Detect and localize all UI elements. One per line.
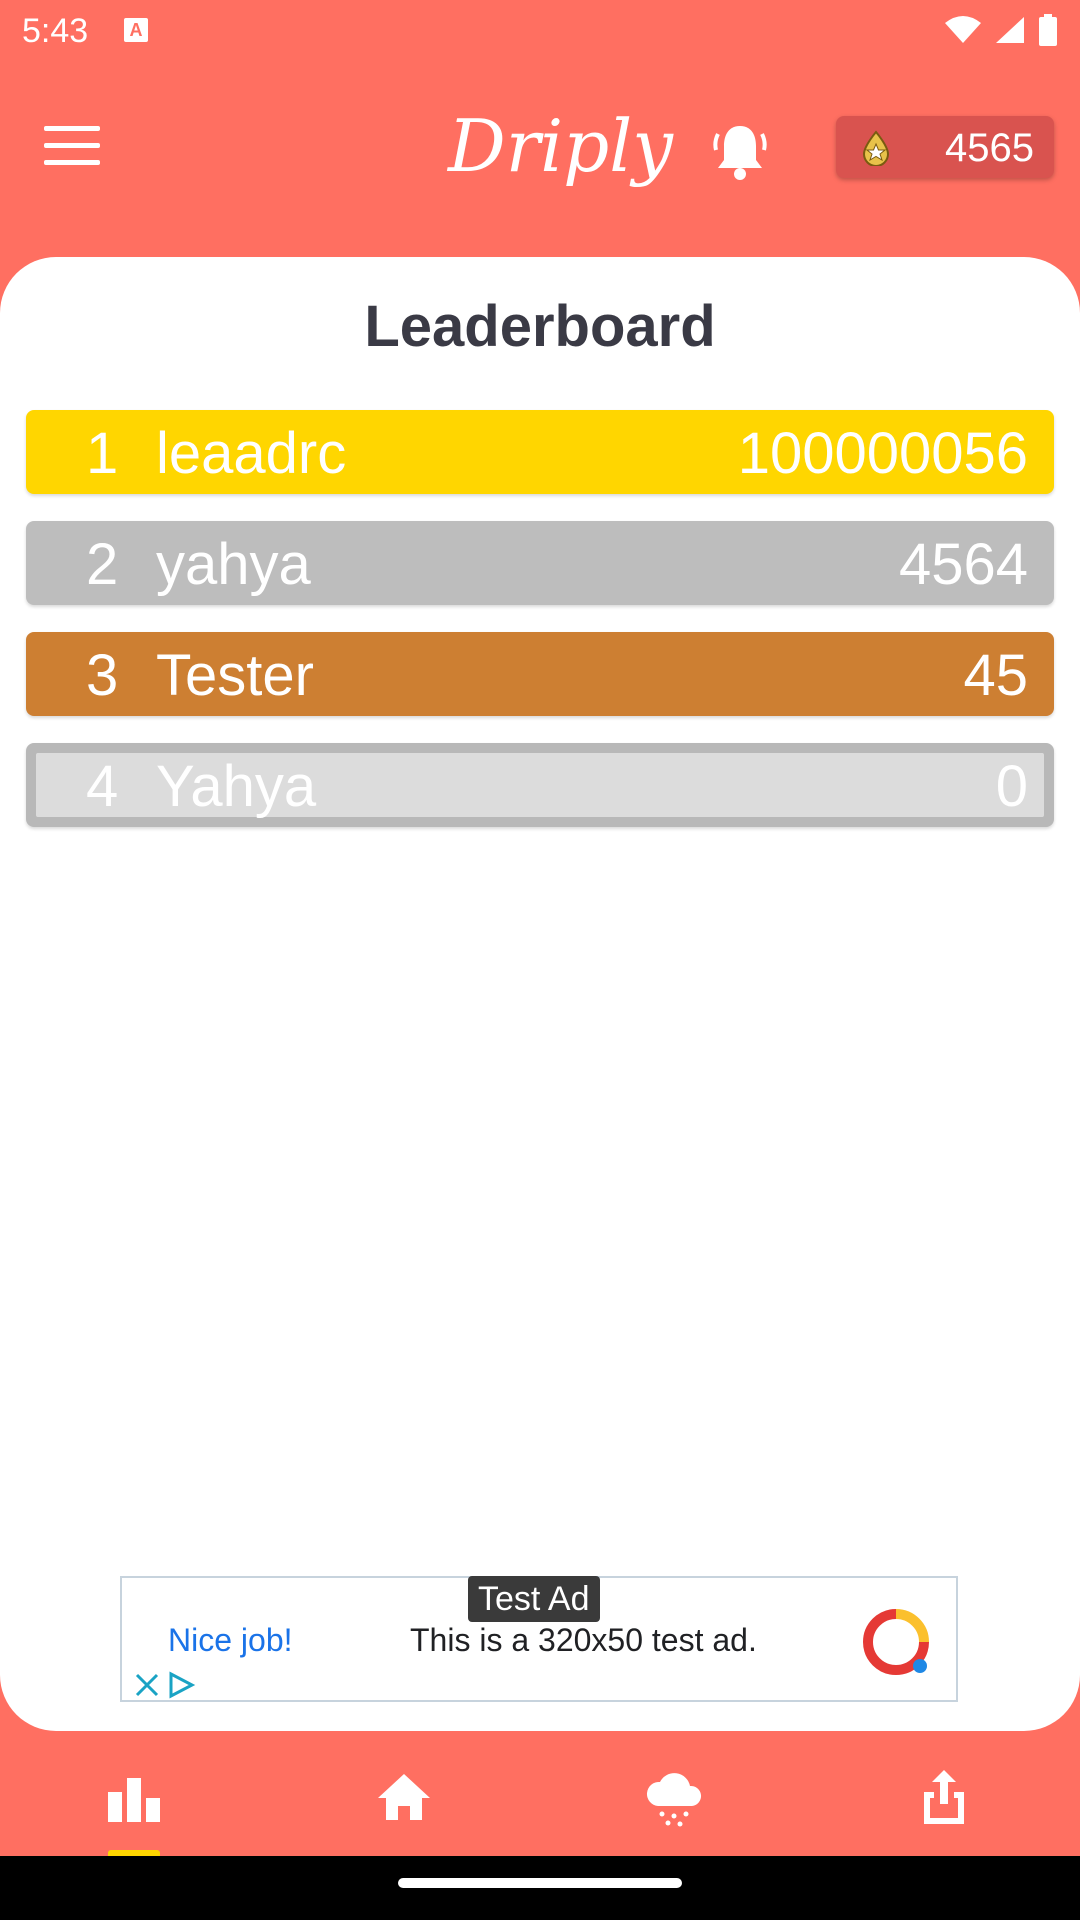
menu-icon[interactable]: [44, 126, 100, 166]
ad-logo-icon: [863, 1609, 929, 1675]
row-name: leaadrc: [156, 421, 347, 486]
bell-icon[interactable]: [712, 120, 768, 184]
row-rank: 4: [86, 754, 119, 819]
row-name: yahya: [156, 532, 311, 597]
status-bar: 5:43 A: [0, 0, 1080, 64]
page-title: Leaderboard: [364, 294, 716, 359]
home-icon[interactable]: [372, 1766, 436, 1830]
row-name: Tester: [156, 643, 314, 708]
coin-balance[interactable]: 4565: [836, 116, 1054, 178]
leaderboard-row: 2 yahya 4564: [26, 521, 1054, 605]
notification-icon: A: [124, 18, 148, 42]
ad-close-icon[interactable]: [132, 1670, 162, 1700]
row-rank: 2: [86, 532, 119, 597]
leaderboard-icon[interactable]: [102, 1766, 166, 1830]
coin-icon: [862, 130, 890, 166]
leaderboard-card: Leaderboard 1 leaadrc 100000056 2 yahya …: [0, 257, 1080, 1731]
bottom-nav: [0, 1742, 1080, 1858]
signal-icon: [996, 17, 1024, 43]
row-rank: 1: [86, 421, 119, 486]
leaderboard-row: 1 leaadrc 100000056: [26, 410, 1054, 494]
ad-choices-icon[interactable]: [166, 1670, 196, 1700]
app-title: Driply: [448, 104, 673, 188]
home-gesture-handle[interactable]: [398, 1878, 682, 1888]
ad-badge: Test Ad: [468, 1576, 600, 1622]
status-time: 5:43: [22, 12, 89, 50]
row-score: 0: [995, 754, 1028, 819]
row-score: 45: [963, 643, 1028, 708]
wifi-icon: [945, 16, 981, 43]
row-rank: 3: [86, 643, 119, 708]
row-score: 100000056: [737, 421, 1028, 486]
status-icons: [944, 14, 1058, 46]
row-name: Yahya: [156, 754, 317, 819]
leaderboard-row-current-user: 4 Yahya 0: [26, 743, 1054, 827]
leaderboard-row: 3 Tester 45: [26, 632, 1054, 716]
ad-headline: Nice job!: [168, 1622, 293, 1658]
battery-icon: [1039, 14, 1057, 46]
row-score: 4564: [898, 532, 1028, 597]
gesture-bar: [0, 1856, 1080, 1920]
share-icon[interactable]: [912, 1766, 976, 1830]
ad-text: This is a 320x50 test ad.: [410, 1622, 757, 1658]
app-bar: Driply 4565: [0, 64, 1080, 244]
coin-value: 4565: [945, 126, 1034, 170]
weather-icon[interactable]: [642, 1766, 706, 1830]
